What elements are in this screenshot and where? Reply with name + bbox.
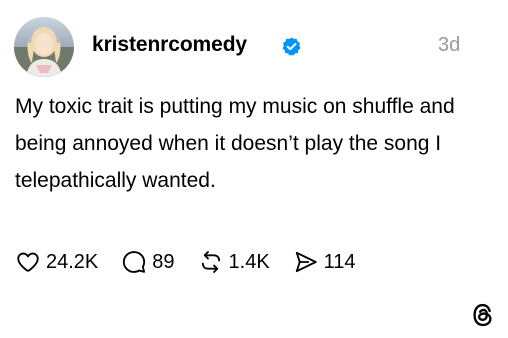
threads-post: kristenrcomedy 3d My toxic trait is putt… <box>0 0 508 338</box>
speech-bubble-icon <box>120 248 148 276</box>
post-text: My toxic trait is putting my music on sh… <box>15 95 455 192</box>
post-actions: 24.2K 89 1.4K 114 <box>14 247 356 277</box>
reply-count: 89 <box>152 250 175 273</box>
verified-badge-icon <box>281 36 302 57</box>
share-button[interactable]: 114 <box>292 248 356 276</box>
author-username[interactable]: kristenrcomedy <box>92 33 247 57</box>
repost-button[interactable]: 1.4K <box>197 248 270 276</box>
threads-logo-icon[interactable] <box>469 301 497 329</box>
author-avatar[interactable] <box>14 17 74 77</box>
post-timestamp: 3d <box>438 34 461 56</box>
like-button[interactable]: 24.2K <box>14 248 98 276</box>
send-paper-plane-icon <box>292 248 320 276</box>
heart-icon <box>14 248 42 276</box>
reply-button[interactable]: 89 <box>120 248 175 276</box>
share-count: 114 <box>323 250 356 273</box>
like-count: 24.2K <box>46 250 99 273</box>
repost-arrows-icon <box>197 248 225 276</box>
repost-count: 1.4K <box>228 250 270 273</box>
